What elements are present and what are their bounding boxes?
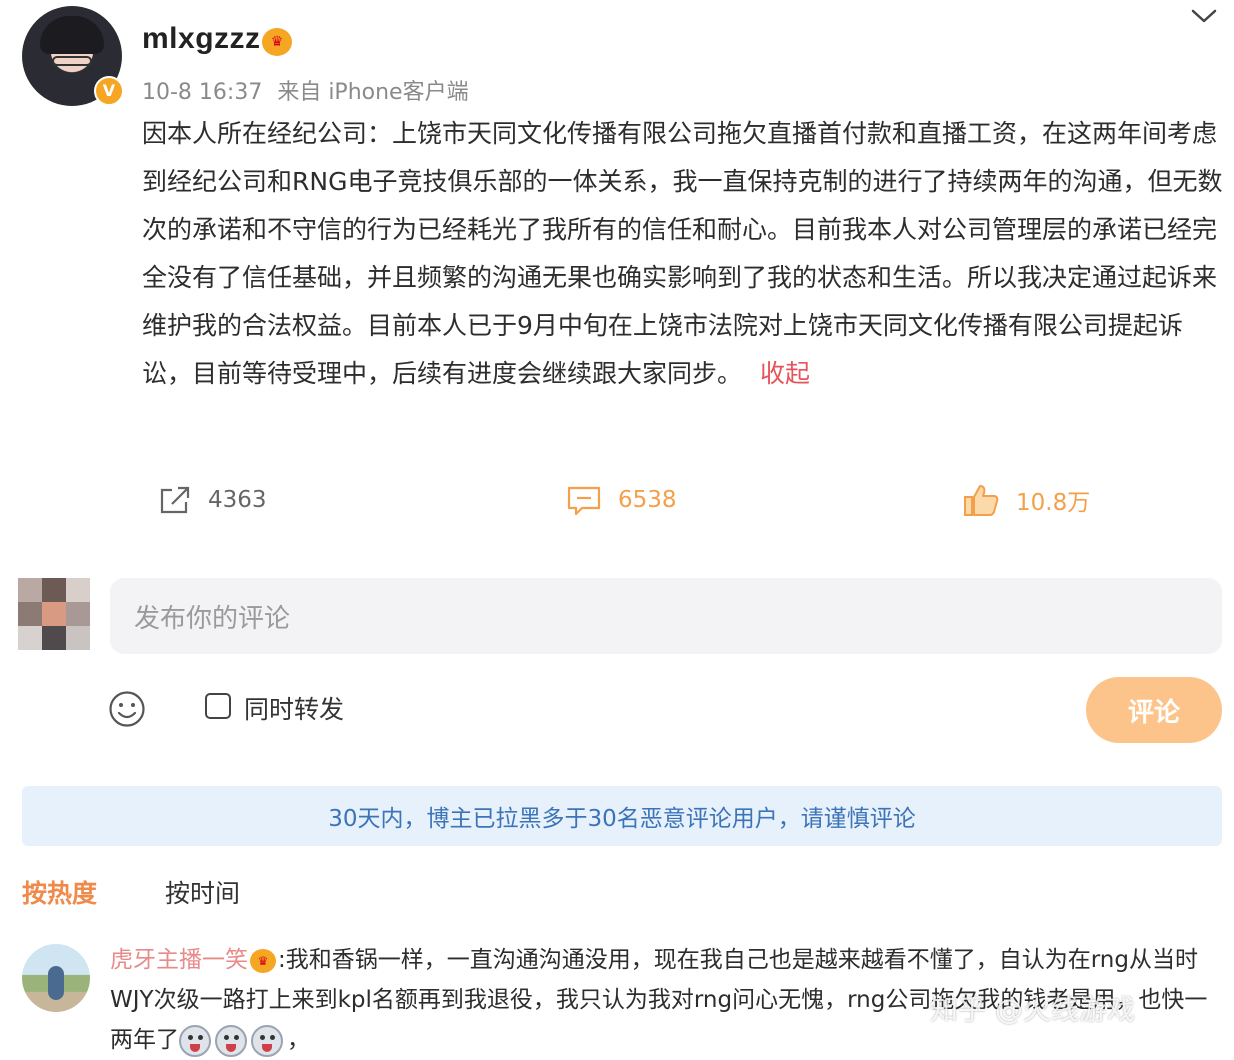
author-avatar[interactable]: V — [22, 6, 124, 108]
commenter-name[interactable]: 虎牙主播一笑 — [110, 947, 248, 973]
emoji-icon[interactable] — [108, 690, 146, 728]
chevron-down-icon[interactable] — [1190, 6, 1218, 26]
verified-badge-icon: V — [94, 76, 124, 106]
repost-checkbox[interactable] — [205, 693, 231, 719]
shocked-face-emoji-icon — [251, 1024, 283, 1057]
blacklist-notice: 30天内，博主已拉黑多于30名恶意评论用户，请谨慎评论 — [22, 786, 1222, 846]
post-source: 来自 iPhone客户端 — [277, 80, 469, 105]
comment-input[interactable]: 发布你的评论 — [110, 578, 1222, 654]
comment-input-placeholder: 发布你的评论 — [134, 603, 291, 634]
collapse-link[interactable]: 收起 — [760, 359, 810, 388]
shocked-face-emoji-icon — [215, 1024, 247, 1057]
repost-label[interactable]: 同时转发 — [244, 690, 344, 726]
share-icon — [160, 486, 190, 514]
comment-count: 6538 — [618, 487, 677, 513]
current-user-avatar — [18, 578, 90, 650]
shocked-face-emoji-icon — [179, 1024, 211, 1057]
post-text: 因本人所在经纪公司：上饶市天同文化传播有限公司拖欠直播首付款和直播工资，在这两年… — [142, 119, 1223, 388]
tab-sort-time[interactable]: 按时间 — [165, 874, 240, 910]
post-body: 因本人所在经纪公司：上饶市天同文化传播有限公司拖欠直播首付款和直播工资，在这两年… — [142, 110, 1227, 398]
comment-button[interactable]: 6538 — [566, 480, 677, 520]
watermark: 知乎 @火线游戏 — [930, 993, 1135, 1026]
tab-sort-hot[interactable]: 按热度 — [22, 874, 97, 910]
comment-icon — [567, 486, 601, 516]
commenter-avatar[interactable] — [22, 944, 90, 1012]
crown-badge-icon: ♛ — [250, 948, 276, 973]
submit-comment-button[interactable]: 评论 — [1086, 677, 1222, 743]
share-button[interactable]: 4363 — [158, 480, 267, 520]
thumbs-up-icon — [964, 485, 999, 516]
submit-label: 评论 — [1127, 697, 1180, 728]
share-count: 4363 — [208, 487, 267, 513]
author-username[interactable]: mlxgzzz — [142, 22, 261, 56]
crown-badge-icon: ♛ — [262, 28, 292, 56]
comment-text-end: ， — [287, 1027, 310, 1053]
post-time: 10-8 16:37 — [142, 80, 263, 105]
like-button[interactable]: 10.8万 — [962, 480, 1090, 520]
like-count: 10.8万 — [1016, 490, 1091, 516]
post-meta: 10-8 16:37 来自 iPhone客户端 — [142, 74, 469, 106]
notice-text: 30天内，博主已拉黑多于30名恶意评论用户，请谨慎评论 — [328, 806, 916, 832]
